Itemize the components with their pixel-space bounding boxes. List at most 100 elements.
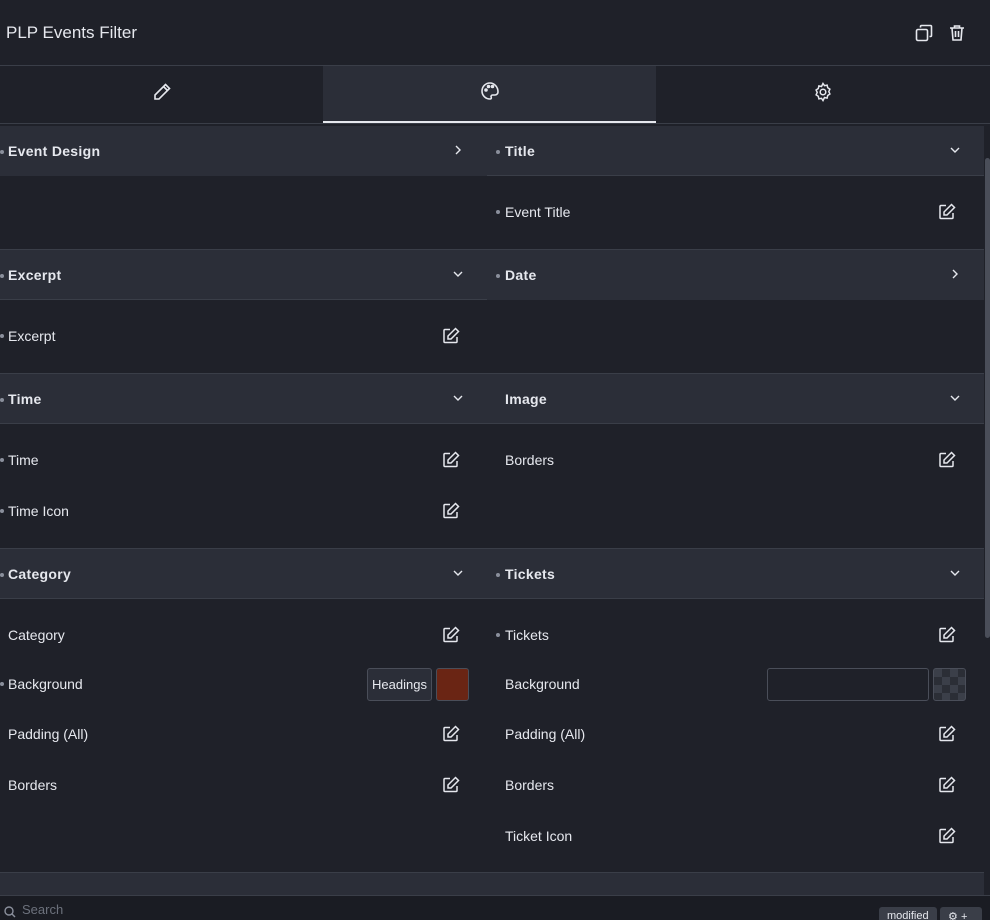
chevron-down-icon [451, 391, 465, 405]
style-row-tickets-background[interactable]: Background [487, 664, 984, 704]
row-label: Event Title [505, 204, 571, 220]
chevron-down-icon [451, 566, 465, 580]
color-value-input[interactable] [767, 668, 929, 701]
section-label: Date [505, 267, 537, 283]
style-row-time-icon[interactable]: Time Icon [0, 491, 487, 531]
section-label: Tickets [505, 566, 556, 582]
style-row-category[interactable]: Category [0, 615, 487, 655]
style-row-category-borders[interactable]: Borders [0, 765, 487, 805]
section-excerpt[interactable]: Excerpt [0, 250, 487, 300]
section-label: Time [8, 391, 42, 407]
section-category[interactable]: Category [0, 549, 487, 599]
row-label: Tickets [505, 627, 549, 643]
section-event-design[interactable]: Event Design [0, 126, 487, 176]
row-label: Background [505, 676, 580, 692]
section-title[interactable]: Title [487, 126, 984, 176]
search-input[interactable]: Search [22, 902, 63, 917]
bullet-dot [496, 633, 500, 637]
section-time[interactable]: Time [0, 374, 487, 424]
row-label: Borders [8, 777, 58, 793]
style-row-image-borders[interactable]: Borders [487, 440, 984, 480]
section-tickets[interactable]: Tickets [487, 549, 984, 599]
style-row-tickets-borders[interactable]: Borders [487, 765, 984, 805]
bullet-dot [496, 210, 500, 214]
style-row-tickets[interactable]: Tickets [487, 615, 984, 655]
edit-icon[interactable] [441, 775, 461, 795]
row-label: Borders [505, 452, 555, 468]
edit-icon[interactable] [441, 501, 461, 521]
section-date[interactable]: Date [487, 250, 984, 300]
section-label: Excerpt [8, 267, 62, 283]
bullet-dot [0, 573, 4, 577]
divider [0, 423, 984, 424]
gear-icon [813, 82, 833, 107]
edit-icon[interactable] [937, 775, 957, 795]
chevron-down-icon [948, 391, 962, 405]
section-label: Title [505, 143, 536, 159]
chevron-down-icon [948, 566, 962, 580]
edit-icon[interactable] [937, 826, 957, 846]
bullet-dot [0, 509, 4, 513]
edit-icon[interactable] [441, 326, 461, 346]
bullet-dot [0, 458, 4, 462]
color-swatch[interactable] [436, 668, 469, 701]
tab-settings[interactable] [656, 66, 990, 123]
row-label: Time [8, 452, 39, 468]
next-section-peek [0, 873, 984, 895]
row-label: Padding (All) [505, 726, 586, 742]
trash-icon[interactable] [946, 22, 968, 44]
tab-bar [0, 66, 990, 124]
panel-header: PLP Events Filter [0, 0, 990, 66]
bullet-dot [0, 398, 4, 402]
palette-icon [480, 81, 500, 106]
row-label: Category [8, 627, 65, 643]
row-label: Padding (All) [8, 726, 89, 742]
add-label: + [960, 911, 968, 920]
duplicate-icon[interactable] [913, 22, 935, 44]
transparent-swatch[interactable] [933, 668, 966, 701]
tab-style[interactable] [323, 66, 656, 123]
style-row-event-title[interactable]: Event Title [487, 192, 984, 232]
bullet-dot [0, 274, 4, 278]
gear-icon: ⚙ [948, 911, 958, 920]
style-row-ticket-icon[interactable]: Ticket Icon [487, 816, 984, 856]
row-label: Background [8, 676, 83, 692]
bullet-dot [496, 274, 500, 278]
chevron-down-icon [451, 267, 465, 281]
divider [0, 299, 487, 300]
panel-title: PLP Events Filter [6, 23, 138, 42]
style-row-tickets-padding[interactable]: Padding (All) [487, 714, 984, 754]
edit-icon[interactable] [441, 450, 461, 470]
row-label: Time Icon [8, 503, 69, 519]
bullet-dot [0, 150, 4, 154]
style-row-category-background[interactable]: Background Headings [0, 664, 487, 704]
style-row-excerpt[interactable]: Excerpt [0, 316, 487, 356]
section-image[interactable]: Image [487, 374, 984, 424]
settings-add-button[interactable]: ⚙ + [940, 907, 982, 920]
bullet-dot [496, 150, 500, 154]
row-label: Ticket Icon [505, 828, 573, 844]
global-color-button[interactable]: Headings [367, 668, 432, 701]
pencil-icon [152, 82, 172, 107]
style-panel-content[interactable]: Event Design Title Event Title Excerpt D… [0, 125, 984, 895]
style-row-time[interactable]: Time [0, 440, 487, 480]
scrollbar-thumb[interactable] [985, 158, 990, 638]
edit-icon[interactable] [937, 625, 957, 645]
divider [487, 175, 984, 176]
bullet-dot [0, 334, 4, 338]
edit-icon[interactable] [937, 450, 957, 470]
chevron-right-icon [451, 143, 465, 157]
edit-icon[interactable] [441, 625, 461, 645]
tab-content[interactable] [0, 66, 323, 123]
search-icon [4, 905, 16, 920]
section-label: Image [505, 391, 547, 407]
row-label: Borders [505, 777, 555, 793]
modified-badge[interactable]: modified [879, 907, 937, 920]
style-row-category-padding[interactable]: Padding (All) [0, 714, 487, 754]
edit-icon[interactable] [441, 724, 461, 744]
divider [0, 598, 984, 599]
section-label: Category [8, 566, 72, 582]
edit-icon[interactable] [937, 202, 957, 222]
edit-icon[interactable] [937, 724, 957, 744]
footer-bar: Search modified ⚙ + [0, 895, 990, 920]
